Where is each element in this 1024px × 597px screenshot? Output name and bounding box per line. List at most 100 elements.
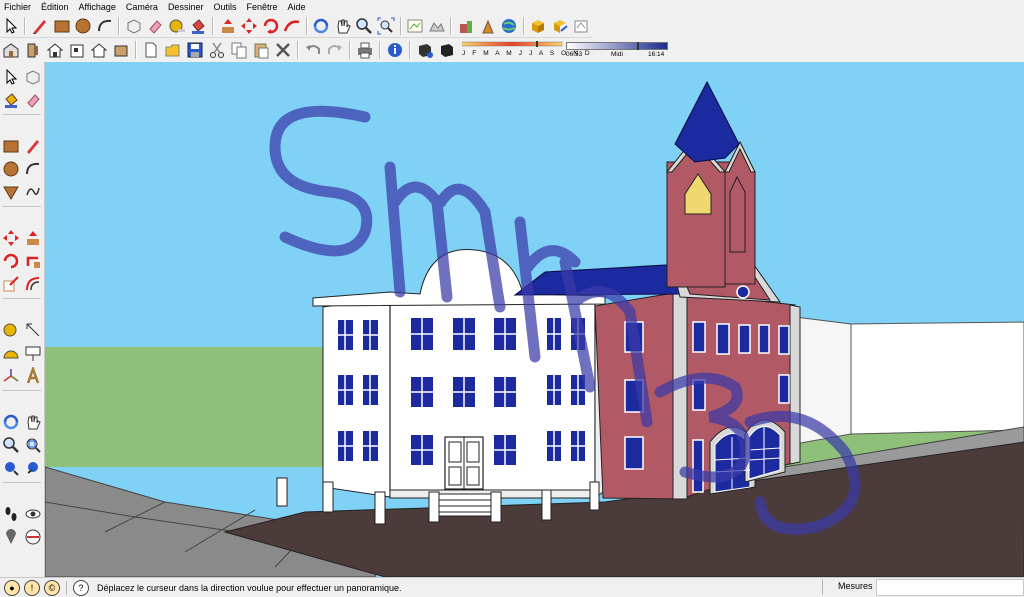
walk-icon[interactable]: [1, 504, 21, 524]
extension-warehouse-icon[interactable]: [572, 16, 591, 36]
left-view-icon[interactable]: [111, 40, 131, 60]
model-info-icon[interactable]: [385, 40, 405, 60]
time-end-label: 16:14: [648, 50, 665, 58]
move-tool-icon[interactable]: [239, 16, 258, 36]
tape-measure-icon[interactable]: [1, 320, 21, 340]
follow-me-icon[interactable]: [23, 251, 43, 271]
copy-icon[interactable]: [229, 40, 249, 60]
toolbar-separator: [522, 16, 525, 35]
toolbar-separator: [3, 114, 41, 118]
pencil-line-icon[interactable]: [23, 136, 43, 156]
redo-icon[interactable]: [325, 40, 345, 60]
tape-measure-icon[interactable]: [167, 16, 186, 36]
menu-affichage[interactable]: Affichage: [74, 2, 121, 12]
open-file-icon[interactable]: [163, 40, 183, 60]
back-view-icon[interactable]: [89, 40, 109, 60]
print-icon[interactable]: [355, 40, 375, 60]
display-shadows-icon[interactable]: [437, 40, 457, 60]
time-slider-thumb[interactable]: [637, 41, 639, 50]
orbit-icon[interactable]: [312, 16, 331, 36]
zoom-extents-icon[interactable]: [376, 16, 395, 36]
move-tool-icon[interactable]: [1, 228, 21, 248]
zoom-window-icon[interactable]: [23, 435, 43, 455]
right-view-icon[interactable]: [67, 40, 87, 60]
axes-tool-icon[interactable]: [1, 366, 21, 386]
orbit-icon[interactable]: [1, 412, 21, 432]
scale-tool-icon[interactable]: [1, 274, 21, 294]
follow-me-icon[interactable]: [282, 16, 301, 36]
push-pull-icon[interactable]: [23, 228, 43, 248]
circle-tool-icon[interactable]: [1, 159, 21, 179]
select-tool-icon[interactable]: [1, 16, 20, 36]
menu-dessiner[interactable]: Dessiner: [163, 2, 209, 12]
protractor-icon[interactable]: [1, 343, 21, 363]
section-plane-icon[interactable]: [23, 527, 43, 547]
left-toolbar: [0, 62, 45, 577]
menu-fenetre[interactable]: Fenêtre: [241, 2, 282, 12]
next-view-icon[interactable]: [23, 458, 43, 478]
text-tool-icon[interactable]: [23, 343, 43, 363]
copyright-icon[interactable]: ©: [44, 579, 60, 596]
shadow-settings-icon[interactable]: [415, 40, 435, 60]
corner-quoins-right: [789, 304, 801, 465]
dimension-tool-icon[interactable]: [23, 320, 43, 340]
zoom-icon[interactable]: [1, 435, 21, 455]
paint-bucket-icon[interactable]: [189, 16, 208, 36]
make-component-icon[interactable]: [23, 67, 43, 87]
top-view-icon[interactable]: [23, 40, 43, 60]
shadow-time-date-slider[interactable]: J F M A M J J A S O N D 06:53 Midi 16:14: [462, 39, 672, 61]
previous-view-icon[interactable]: [1, 458, 21, 478]
share-component-icon[interactable]: [550, 16, 569, 36]
scene-svg: [45, 62, 1024, 577]
zoom-icon[interactable]: [355, 16, 374, 36]
menu-outils[interactable]: Outils: [208, 2, 241, 12]
credits-icon[interactable]: !: [24, 579, 40, 596]
rotate-tool-icon[interactable]: [261, 16, 280, 36]
menu-aide[interactable]: Aide: [283, 2, 311, 12]
arc-tool-icon[interactable]: [23, 159, 43, 179]
3d-text-icon[interactable]: [23, 366, 43, 386]
polygon-tool-icon[interactable]: [1, 182, 21, 202]
rotate-tool-icon[interactable]: [1, 251, 21, 271]
save-icon[interactable]: [185, 40, 205, 60]
push-pull-icon[interactable]: [218, 16, 237, 36]
eraser-icon[interactable]: [146, 16, 165, 36]
menu-fichier[interactable]: Fichier: [0, 2, 36, 12]
pencil-line-icon[interactable]: [30, 16, 49, 36]
pan-hand-icon[interactable]: [23, 412, 43, 432]
toggle-terrain-icon[interactable]: [427, 16, 446, 36]
iso-view-icon[interactable]: [1, 40, 21, 60]
paste-icon[interactable]: [251, 40, 271, 60]
menu-edition[interactable]: Édition: [36, 2, 74, 12]
get-models-icon[interactable]: [456, 16, 475, 36]
arc-tool-icon[interactable]: [95, 16, 114, 36]
help-icon[interactable]: ?: [73, 579, 89, 596]
geo-location-icon[interactable]: ●: [4, 579, 20, 596]
paint-bucket-icon[interactable]: [1, 90, 21, 110]
3d-viewport[interactable]: [45, 62, 1024, 577]
google-earth-icon[interactable]: [499, 16, 518, 36]
offset-tool-icon[interactable]: [23, 274, 43, 294]
freehand-tool-icon[interactable]: [23, 182, 43, 202]
front-view-icon[interactable]: [45, 40, 65, 60]
rectangle-tool-icon[interactable]: [1, 136, 21, 156]
circle-tool-icon[interactable]: [73, 16, 92, 36]
measurements-input[interactable]: [876, 579, 1024, 596]
rectangle-tool-icon[interactable]: [52, 16, 71, 36]
eraser-icon[interactable]: [23, 90, 43, 110]
position-camera-icon[interactable]: [1, 527, 21, 547]
pan-hand-icon[interactable]: [333, 16, 352, 36]
month-slider-thumb[interactable]: [536, 40, 538, 47]
add-location-icon[interactable]: [406, 16, 425, 36]
delete-icon[interactable]: [273, 40, 293, 60]
get-components-icon[interactable]: [529, 16, 548, 36]
select-tool-icon[interactable]: [1, 67, 21, 87]
toolbar-separator: [24, 16, 27, 35]
new-file-icon[interactable]: [141, 40, 161, 60]
look-around-icon[interactable]: [23, 504, 43, 524]
undo-icon[interactable]: [303, 40, 323, 60]
menu-camera[interactable]: Caméra: [121, 2, 163, 12]
share-model-icon[interactable]: [478, 16, 497, 36]
make-component-icon[interactable]: [124, 16, 143, 36]
cut-icon[interactable]: [207, 40, 227, 60]
